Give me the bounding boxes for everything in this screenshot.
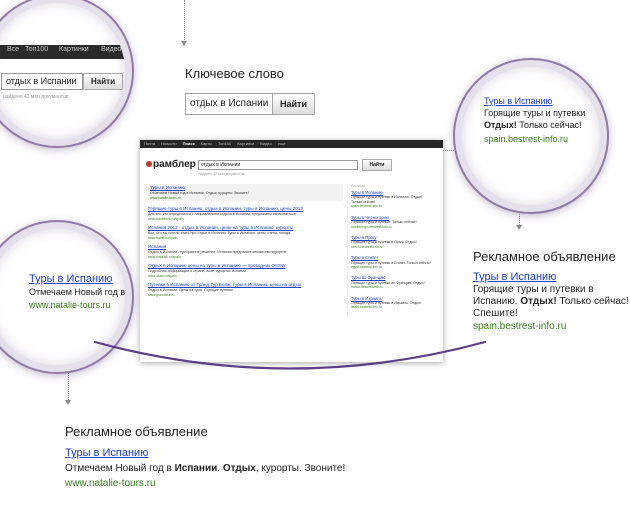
result-url[interactable]: www.travellove.ru/spain [148,217,343,221]
zoom-left-ad-title[interactable]: Туры в Испанию [29,273,125,286]
serp-screenshot: Почта Новости Поиск Карты Топ100 Картинк… [140,140,443,362]
bottom-ad-block: Туры в Испанию Отмечаем Новый год в Испа… [65,446,365,491]
zoom-found-count: найдено 42 млн документов [3,94,69,100]
connector-top-arrow [181,41,187,46]
bottom-ad-block-body: Отмечаем Новый год в Испании. Отдых, кур… [65,461,365,476]
right-ad-snippet: Горящие туры и путевки в Испанию. Отдых!… [351,195,423,204]
zoom-left-ad-line1: Отмечаем Новый год в [29,287,126,297]
topbar-item[interactable]: Новости [161,140,176,148]
zoom-nav-item[interactable]: Все [7,46,19,53]
topbar-item[interactable]: Топ100 [218,140,231,148]
serp-result: Горящие туры в Испанию, отдых в Испании,… [148,206,343,221]
rambler-logo[interactable]: рамблер [146,159,196,170]
serp-results: Туры в Испанию Отмечаем Новый год в Испа… [148,184,343,301]
right-ad-url[interactable]: israel.bestrest-info.ru [351,305,433,309]
right-ad-block: Туры в Испанию Горящие туры и путевки в … [473,271,630,333]
serp-ad-result: Туры в Испанию Отмечаем Новый год в Испа… [148,184,343,201]
serp-result: Испания Отдых в Испании - прекрасное реш… [148,244,343,259]
result-url[interactable]: www.natalie-tours.ru [150,196,341,200]
right-ad: Туры в Черногорию Горящие туры и путевки… [351,215,433,229]
right-ad-url[interactable]: czech.bestrest-info.ru [351,245,433,249]
serp-search-input[interactable]: отдых в Испании [198,160,358,170]
right-ad-block-bold: Отдых! [520,296,557,307]
right-ad-url[interactable]: egypt.bestrest-info.ru [351,265,433,269]
zoom-nav-item[interactable]: Картинки [59,46,89,53]
zoom-search-input[interactable]: отдых в Испании [1,73,83,90]
bottom-ad-block-text2: , курорты. Звоните! [255,463,346,474]
serp-result: Путевки в Испанию от Гранд Тур Болж; тур… [148,282,343,297]
keyword-search-input[interactable]: отдых в Испании [185,93,278,115]
topbar-item[interactable]: Видео [260,140,272,148]
bottom-ad-block-title[interactable]: Туры в Испанию [65,446,365,461]
serp-result: Испания 2012 - отдых в Испании, цены на … [148,225,343,240]
right-ad: Туры в Египет Горящие туры и путевки в Е… [351,255,433,269]
serp-found-count: Найдено 42 млн документов [198,172,245,176]
rambler-logo-icon [146,161,152,168]
bottom-ad-block-bold2: Отдых [222,463,256,474]
right-ad: Туры в Израиль Горящие туры и путевки в … [351,296,433,310]
topbar-item[interactable]: ещё [278,140,286,148]
result-url[interactable]: www.grandtour.ru [148,293,343,297]
serp-search-button[interactable]: Найти [362,159,392,171]
connector-right-arrow [516,225,522,230]
keyword-search-button[interactable]: Найти [272,93,315,115]
zoom-right-ad-url: spain.bestrest-info.ru [484,134,569,144]
zoom-right-ad-line2-text: Только сейчас! [519,120,582,130]
zoom-right-ad-line1: Горящие туры и путевки [484,108,586,118]
zoom-nav-item[interactable]: Видео [101,46,121,53]
zoom-navbar: Все Топ100 Картинки Видео [0,45,125,59]
zoom-right-ad-title[interactable]: Туры в Испанию [484,95,600,107]
right-ad-caption: Рекламное объявление [473,249,616,264]
serp-header: рамблер отдых в Испании Найти Найдено 42… [140,148,443,180]
right-ad-url[interactable]: montenegro.bestrest-info.ru [351,225,433,229]
decorative-arc [93,340,487,370]
magnifier-right-ad: Туры в Испанию Горящие туры и путевки От… [455,60,607,212]
bottom-ad-block-sep: . [217,463,221,474]
zoom-search-button[interactable]: Найти [83,73,123,90]
topbar-item-active[interactable]: Поиск [183,140,195,148]
serp-result: Отдых в Испании, цены на туры в Испанию … [148,263,343,278]
connector-left-arrow [65,400,71,405]
bottom-ad-block-bold1: Испании [174,463,218,474]
zoom-left-ad-url: www.natalie-tours.ru [29,300,111,310]
bottom-ad-block-url[interactable]: www.natalie-tours.ru [65,476,365,491]
zoom-nav-item[interactable]: Топ100 [25,46,48,53]
magnifier-search: Все Топ100 Картинки Видео отдых в Испани… [0,0,132,146]
right-ad: Туры в Прагу Горящие туры и путевки в Пр… [351,235,433,249]
right-ad-url[interactable]: spain.bestrest-info.ru [351,204,433,208]
keyword-caption: Ключевое слово [185,66,284,81]
serp-topbar: Почта Новости Поиск Карты Топ100 Картинк… [140,140,443,148]
right-ad-block-title[interactable]: Туры в Испанию [473,271,630,283]
topbar-item[interactable]: Почта [144,140,155,148]
bottom-ad-block-text1: Отмечаем Новый год в [65,463,172,474]
right-ad-block-url[interactable]: spain.bestrest-info.ru [473,321,630,333]
result-url[interactable]: www.travel.ru/spain [148,236,343,240]
right-ad-url[interactable]: france.bestrest-info.ru [351,285,433,289]
zoom-right-ad-line2: Отдых! Только сейчас! [484,119,600,131]
right-ad: Туры в Испанию Горящие туры и путевки в … [351,190,433,209]
connector-top [184,0,185,42]
right-ad: Туры во Францию Горящие туры и путевки в… [351,275,433,289]
bottom-ad-caption: Рекламное объявление [65,424,208,439]
right-ads-label: Реклама [351,184,365,188]
right-ad-block-body: Горящие туры и путевки в Испанию. Отдых!… [473,284,630,320]
result-url[interactable]: www.votpusk.ru/spain [148,255,343,259]
topbar-item[interactable]: Карты [201,140,212,148]
rambler-logo-text: рамблер [153,159,196,170]
result-url[interactable]: www.ossw.ru/spain [148,274,343,278]
serp-right-ads: Реклама Туры в Испанию Горящие туры и пу… [347,184,433,316]
zoom-right-ad-bold: Отдых! [484,120,517,130]
topbar-item[interactable]: Картинки [237,140,254,148]
